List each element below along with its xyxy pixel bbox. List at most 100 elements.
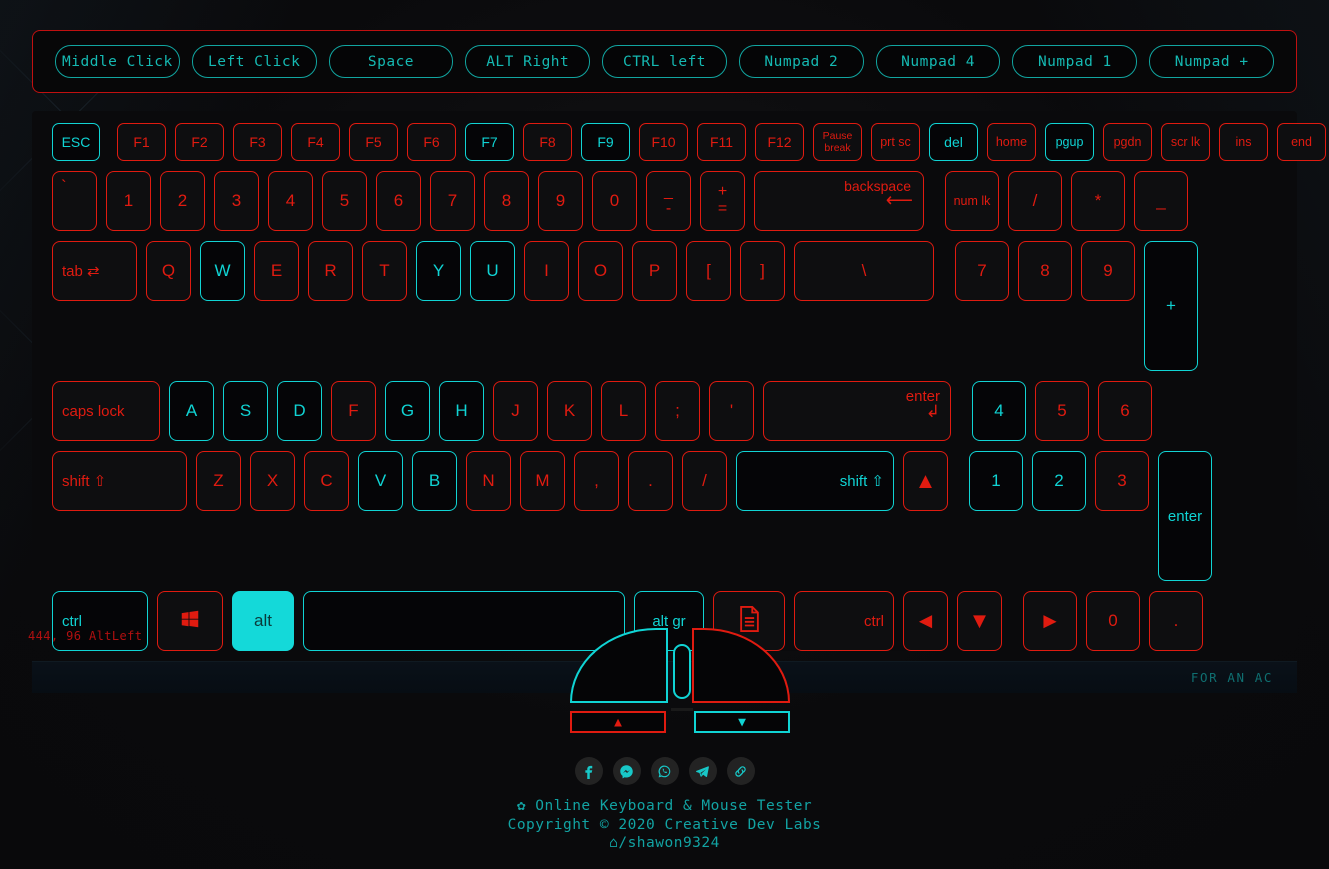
- key-k[interactable]: K: [547, 381, 592, 441]
- key-ctrl-right[interactable]: ctrl: [794, 591, 894, 651]
- key-home[interactable]: home: [987, 123, 1036, 161]
- key-numpad-2[interactable]: 2: [1032, 451, 1086, 511]
- key-numpad-5[interactable]: 5: [1035, 381, 1089, 441]
- key-numpad-divide[interactable]: /: [1008, 171, 1062, 231]
- key-x[interactable]: X: [250, 451, 295, 511]
- mouse-scroll-up[interactable]: ▲: [570, 711, 666, 733]
- key-t[interactable]: T: [362, 241, 407, 301]
- key-slash[interactable]: /: [682, 451, 727, 511]
- key-f1[interactable]: F1: [117, 123, 166, 161]
- key-d[interactable]: D: [277, 381, 322, 441]
- mouse-scroll-down[interactable]: ▼: [694, 711, 790, 733]
- messenger-icon[interactable]: [612, 757, 641, 785]
- key-j[interactable]: J: [493, 381, 538, 441]
- key-f9[interactable]: F9: [581, 123, 630, 161]
- key-z[interactable]: Z: [196, 451, 241, 511]
- key-a[interactable]: A: [169, 381, 214, 441]
- key-n[interactable]: N: [466, 451, 511, 511]
- key-numpad-6[interactable]: 6: [1098, 381, 1152, 441]
- key-shift-left[interactable]: shift ⇧: [52, 451, 187, 511]
- key-windows[interactable]: [157, 591, 223, 651]
- key-backspace[interactable]: backspace ⟵: [754, 171, 924, 231]
- key-semicolon[interactable]: ;: [655, 381, 700, 441]
- key-backslash[interactable]: \: [794, 241, 934, 301]
- key-m[interactable]: M: [520, 451, 565, 511]
- key-f6[interactable]: F6: [407, 123, 456, 161]
- key-f[interactable]: F: [331, 381, 376, 441]
- telegram-icon[interactable]: [688, 757, 717, 785]
- mouse-left-button[interactable]: [570, 628, 668, 703]
- key-0[interactable]: 0: [592, 171, 637, 231]
- key-e[interactable]: E: [254, 241, 299, 301]
- link-icon[interactable]: [726, 757, 755, 785]
- key-7[interactable]: 7: [430, 171, 475, 231]
- key-num-lock[interactable]: num lk: [945, 171, 999, 231]
- key-equal[interactable]: + =: [700, 171, 745, 231]
- key-4[interactable]: 4: [268, 171, 313, 231]
- key-o[interactable]: O: [578, 241, 623, 301]
- key-i[interactable]: I: [524, 241, 569, 301]
- key-numpad-1[interactable]: 1: [969, 451, 1023, 511]
- key-page-up[interactable]: pgup: [1045, 123, 1094, 161]
- key-h[interactable]: H: [439, 381, 484, 441]
- key-9[interactable]: 9: [538, 171, 583, 231]
- key-y[interactable]: Y: [416, 241, 461, 301]
- key-shift-right[interactable]: shift ⇧: [736, 451, 894, 511]
- key-numpad-8[interactable]: 8: [1018, 241, 1072, 301]
- key-print-screen[interactable]: prt sc: [871, 123, 920, 161]
- key-period[interactable]: .: [628, 451, 673, 511]
- key-caps-lock[interactable]: caps lock: [52, 381, 160, 441]
- whatsapp-icon[interactable]: [650, 757, 679, 785]
- key-end[interactable]: end: [1277, 123, 1326, 161]
- key-b[interactable]: B: [412, 451, 457, 511]
- key-delete[interactable]: del: [929, 123, 978, 161]
- mouse-wheel-button[interactable]: [673, 644, 691, 699]
- key-quote[interactable]: ': [709, 381, 754, 441]
- key-l[interactable]: L: [601, 381, 646, 441]
- key-w[interactable]: W: [200, 241, 245, 301]
- key-numpad-enter[interactable]: enter: [1158, 451, 1212, 581]
- key-1[interactable]: 1: [106, 171, 151, 231]
- key-v[interactable]: V: [358, 451, 403, 511]
- mouse-right-button[interactable]: [692, 628, 790, 703]
- key-f8[interactable]: F8: [523, 123, 572, 161]
- key-minus[interactable]: _ -: [646, 171, 691, 231]
- key-r[interactable]: R: [308, 241, 353, 301]
- key-scroll-lock[interactable]: scr lk: [1161, 123, 1210, 161]
- key-5[interactable]: 5: [322, 171, 367, 231]
- key-bracket-right[interactable]: ]: [740, 241, 785, 301]
- key-numpad-9[interactable]: 9: [1081, 241, 1135, 301]
- key-numpad-7[interactable]: 7: [955, 241, 1009, 301]
- key-6[interactable]: 6: [376, 171, 421, 231]
- key-f10[interactable]: F10: [639, 123, 688, 161]
- key-arrow-down[interactable]: ▼: [957, 591, 1002, 651]
- key-page-down[interactable]: pgdn: [1103, 123, 1152, 161]
- key-numpad-3[interactable]: 3: [1095, 451, 1149, 511]
- key-numpad-multiply[interactable]: *: [1071, 171, 1125, 231]
- key-numpad-decimal[interactable]: .: [1149, 591, 1203, 651]
- key-c[interactable]: C: [304, 451, 349, 511]
- key-arrow-up[interactable]: ▲: [903, 451, 948, 511]
- key-3[interactable]: 3: [214, 171, 259, 231]
- key-bracket-left[interactable]: [: [686, 241, 731, 301]
- key-f4[interactable]: F4: [291, 123, 340, 161]
- key-insert[interactable]: ins: [1219, 123, 1268, 161]
- key-f12[interactable]: F12: [755, 123, 804, 161]
- key-f5[interactable]: F5: [349, 123, 398, 161]
- key-f3[interactable]: F3: [233, 123, 282, 161]
- key-tab[interactable]: tab ⇄: [52, 241, 137, 301]
- key-pause-break[interactable]: Pause break: [813, 123, 862, 161]
- key-arrow-right[interactable]: ►: [1023, 591, 1077, 651]
- key-f7[interactable]: F7: [465, 123, 514, 161]
- key-numpad-0[interactable]: 0: [1086, 591, 1140, 651]
- key-enter[interactable]: enter ↲: [763, 381, 951, 441]
- key-numpad-4[interactable]: 4: [972, 381, 1026, 441]
- key-numpad-subtract[interactable]: _: [1134, 171, 1188, 231]
- key-f2[interactable]: F2: [175, 123, 224, 161]
- key-u[interactable]: U: [470, 241, 515, 301]
- key-2[interactable]: 2: [160, 171, 205, 231]
- key-comma[interactable]: ,: [574, 451, 619, 511]
- key-p[interactable]: P: [632, 241, 677, 301]
- key-escape[interactable]: ESC: [52, 123, 100, 161]
- key-q[interactable]: Q: [146, 241, 191, 301]
